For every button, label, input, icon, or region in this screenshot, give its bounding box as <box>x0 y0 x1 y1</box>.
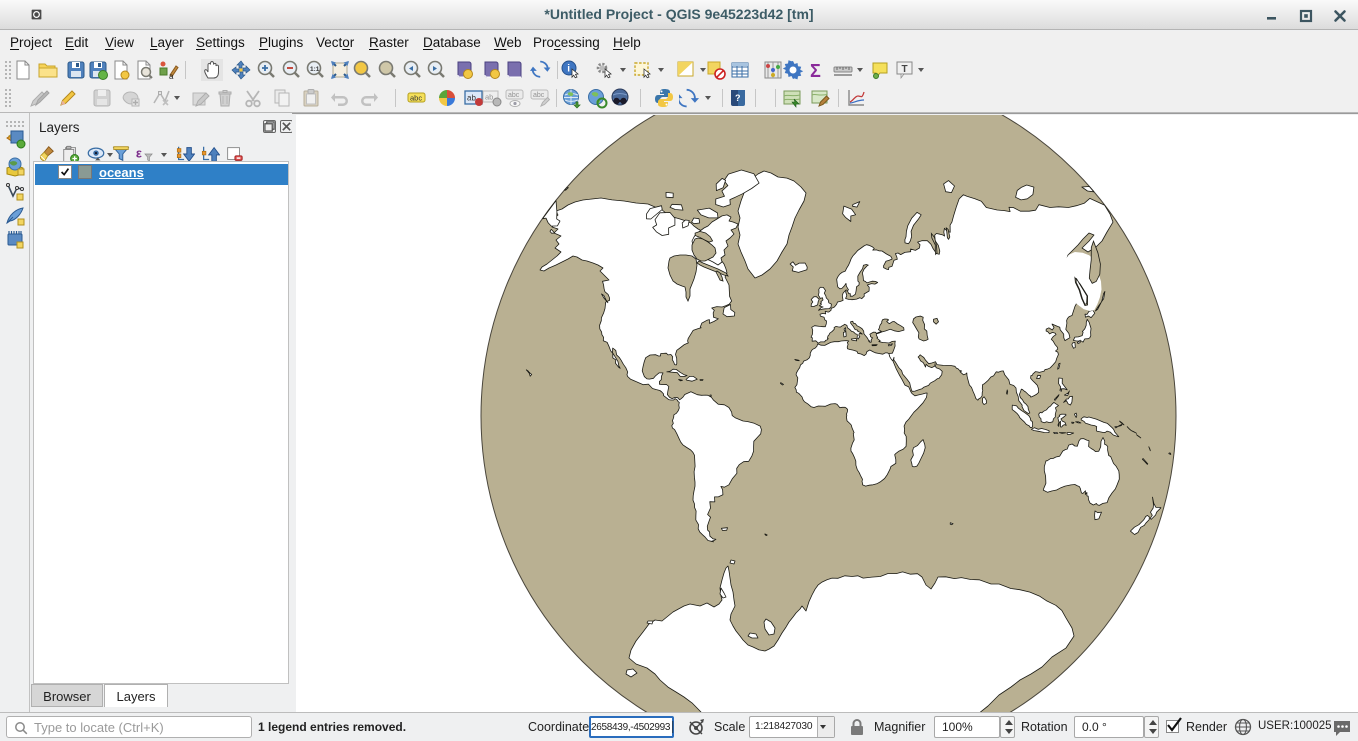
svg-text:a: a <box>169 72 174 81</box>
svg-text:ab: ab <box>485 93 493 102</box>
svg-text:T: T <box>902 64 908 75</box>
svg-text:i: i <box>567 64 570 75</box>
svg-text:?: ? <box>735 93 741 103</box>
svg-text:1:1: 1:1 <box>310 66 320 73</box>
svg-text:Σ: Σ <box>810 61 821 81</box>
svg-text:ab: ab <box>467 94 476 103</box>
svg-text:ε: ε <box>136 146 142 161</box>
svg-text:abc: abc <box>533 92 545 99</box>
svg-text:abc: abc <box>508 92 520 99</box>
svg-text:abc: abc <box>410 94 422 103</box>
